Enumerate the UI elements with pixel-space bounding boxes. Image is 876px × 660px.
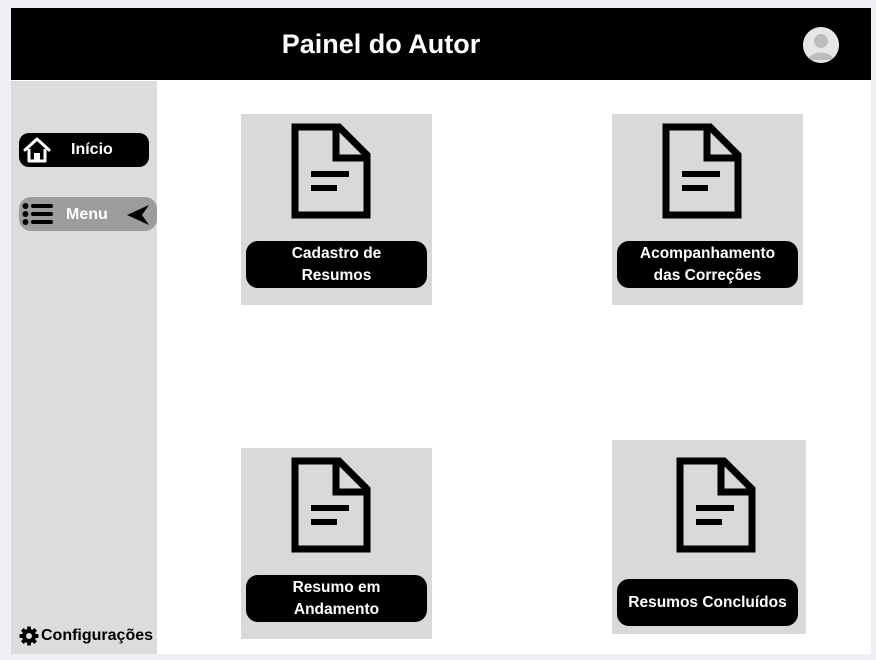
- settings-label: Configurações: [41, 627, 154, 644]
- card-label: Resumo em Andamento: [246, 575, 427, 622]
- home-icon: [23, 137, 51, 163]
- card-cadastro-de-resumos[interactable]: Cadastro de Resumos: [241, 114, 432, 305]
- document-icon: [676, 457, 756, 553]
- card-resumos-concluidos[interactable]: Resumos Concluídos: [612, 440, 806, 634]
- document-icon: [291, 123, 371, 219]
- collapse-arrow-icon[interactable]: [126, 204, 150, 226]
- list-icon: [22, 203, 53, 225]
- card-label: Cadastro de Resumos: [246, 241, 427, 288]
- document-icon: [662, 123, 742, 219]
- gear-icon: [19, 626, 39, 646]
- app-frame: Painel do Autor Início Menu Configuraçõe…: [11, 8, 871, 654]
- card-label: Resumos Concluídos: [617, 579, 798, 626]
- sidebar-item-inicio[interactable]: Início: [19, 133, 149, 167]
- sidebar-item-label: Início: [71, 141, 113, 158]
- card-acompanhamento-das-correcoes[interactable]: Acompanhamento das Correções: [612, 114, 803, 305]
- sidebar: Início Menu Configurações: [11, 81, 157, 654]
- avatar[interactable]: [803, 27, 839, 63]
- user-avatar-icon: [803, 27, 839, 63]
- sidebar-item-menu[interactable]: Menu: [19, 197, 157, 231]
- settings-link[interactable]: Configurações: [19, 624, 153, 648]
- document-icon: [291, 457, 371, 553]
- page-title: Painel do Autor: [281, 28, 481, 59]
- sidebar-item-label: Menu: [66, 206, 108, 223]
- header-bar: Painel do Autor: [11, 8, 871, 80]
- card-resumo-em-andamento[interactable]: Resumo em Andamento: [241, 448, 432, 639]
- card-label: Acompanhamento das Correções: [617, 241, 798, 288]
